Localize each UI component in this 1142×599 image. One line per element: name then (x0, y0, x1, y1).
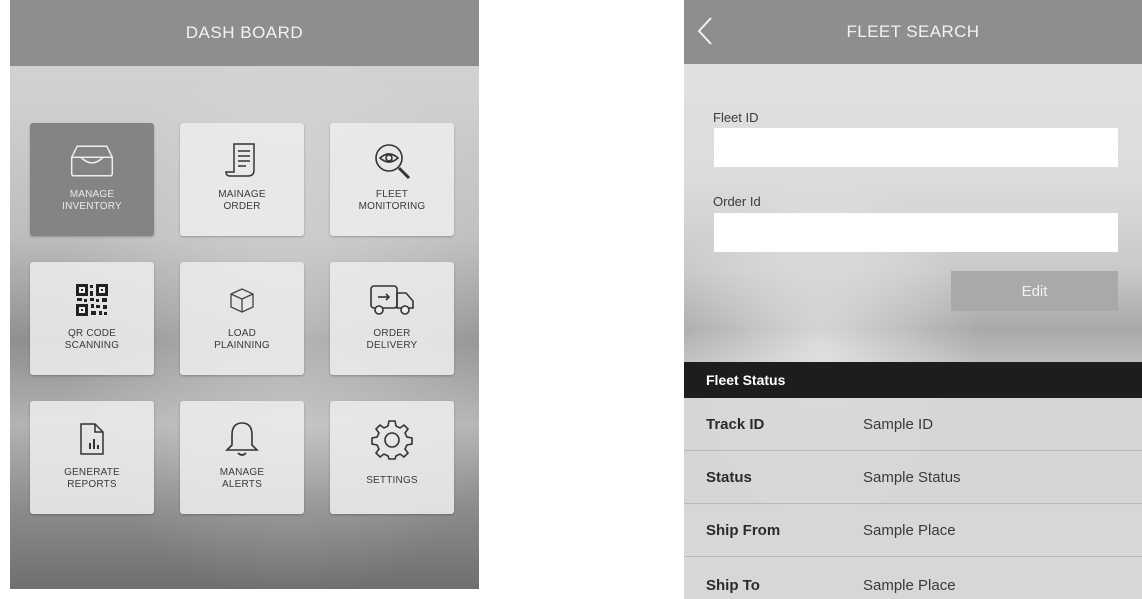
tile-fleet-monitoring[interactable]: FLEET MONITORING (330, 123, 454, 236)
tile-label: LOAD PLAINNING (214, 328, 270, 351)
tile-order-delivery[interactable]: ORDER DELIVERY (330, 262, 454, 375)
dashboard-header: DASH BOARD (10, 0, 479, 66)
fleet-header: FLEET SEARCH (684, 0, 1142, 64)
tile-manage-alerts[interactable]: MANAGE ALERTS (180, 401, 304, 514)
gear-icon (368, 417, 416, 461)
tile-label: MAINAGE ORDER (218, 189, 266, 212)
tile-label: SETTINGS (366, 475, 418, 486)
fleet-status-header: Fleet Status (684, 362, 1142, 398)
tile-qr-code-scanning[interactable]: QR CODE SCANNING (30, 262, 154, 375)
fleet-status-title: Fleet Status (706, 372, 786, 388)
status-row-status: Status Sample Status (684, 451, 1142, 504)
status-row-value: Sample Place (863, 576, 956, 594)
fleet-search-screen: FLEET SEARCH Fleet ID Order Id Edit Flee… (684, 0, 1142, 599)
tile-settings[interactable]: SETTINGS (330, 401, 454, 514)
delivery-truck-icon (368, 278, 416, 322)
inbox-tray-icon (68, 139, 116, 183)
tile-label: MANAGE INVENTORY (62, 189, 122, 212)
status-row-track-id: Track ID Sample ID (684, 398, 1142, 451)
bell-icon (218, 417, 266, 461)
tile-label: FLEET MONITORING (358, 189, 426, 212)
order-id-label: Order Id (713, 194, 761, 209)
status-row-key: Track ID (706, 416, 765, 433)
order-scroll-icon (218, 139, 266, 183)
fleet-title: FLEET SEARCH (846, 22, 980, 41)
edit-button[interactable]: Edit (951, 271, 1118, 311)
report-document-icon (68, 417, 116, 461)
tile-generate-reports[interactable]: GENERATE REPORTS (30, 401, 154, 514)
tile-manage-order[interactable]: MAINAGE ORDER (180, 123, 304, 236)
status-row-key: Ship From (706, 522, 781, 539)
fleet-id-input[interactable] (714, 128, 1118, 167)
tile-label: GENERATE REPORTS (64, 467, 120, 490)
status-row-ship-from: Ship From Sample Place (684, 504, 1142, 557)
dashboard-title: DASH BOARD (185, 23, 304, 42)
tile-label: MANAGE ALERTS (219, 467, 265, 490)
tile-manage-inventory[interactable]: MANAGE INVENTORY (30, 123, 154, 236)
status-row-value: Sample Status (863, 469, 961, 486)
status-row-key: Ship To (706, 576, 760, 594)
status-row-key: Status (706, 469, 752, 486)
status-row-value: Sample ID (863, 416, 934, 433)
status-row-ship-to: Ship To Sample Place (684, 557, 1142, 599)
magnifier-eye-icon (368, 139, 416, 183)
tile-load-planning[interactable]: LOAD PLAINNING (180, 262, 304, 375)
fleet-id-label: Fleet ID (713, 110, 759, 125)
status-row-value: Sample Place (863, 522, 956, 539)
qr-code-icon (68, 278, 116, 322)
dashboard-screen: DASH BOARD MANAGE INVENTORY MAINAGE ORDE… (10, 0, 479, 589)
order-id-input[interactable] (714, 213, 1118, 252)
box-icon (218, 278, 266, 322)
tile-label: ORDER DELIVERY (366, 328, 418, 351)
tile-label: QR CODE SCANNING (64, 328, 120, 351)
